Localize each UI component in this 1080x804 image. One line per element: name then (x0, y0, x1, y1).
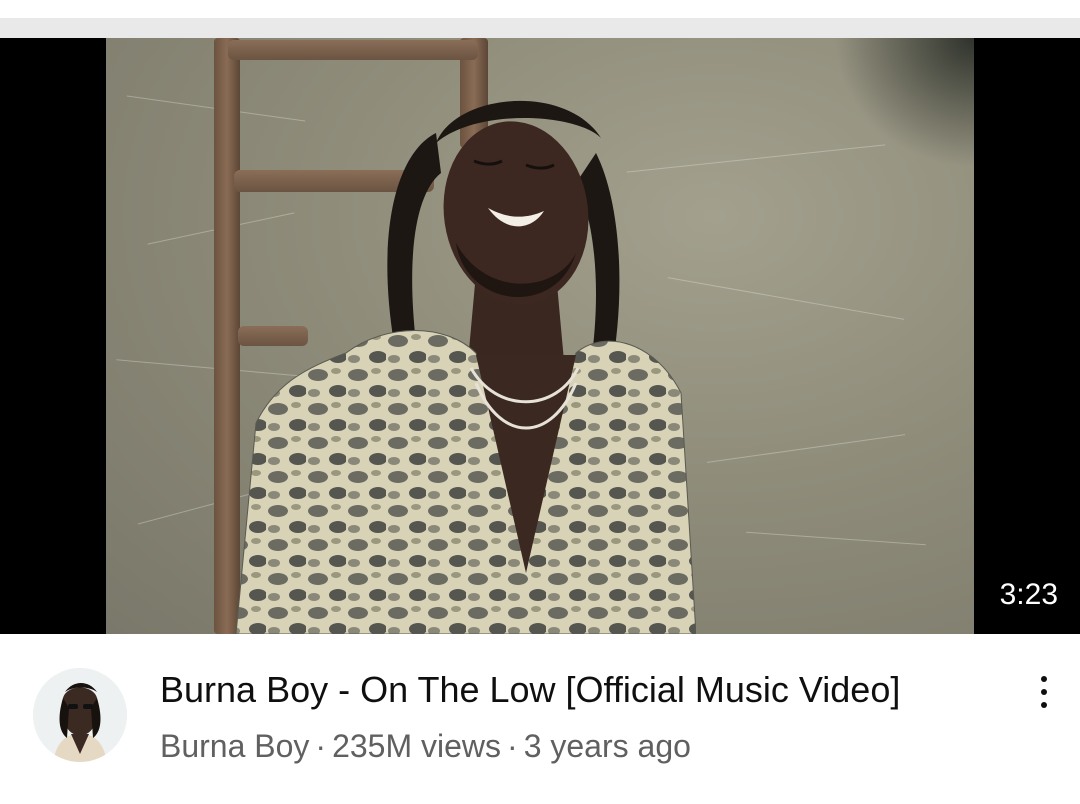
video-meta[interactable]: Burna Boy - On The Low [Official Music V… (0, 634, 1080, 804)
avatar-image (33, 668, 127, 762)
more-options-button[interactable] (1026, 670, 1062, 714)
separator: · (507, 728, 518, 764)
channel-name[interactable]: Burna Boy (160, 728, 309, 764)
view-count: 235M views (332, 728, 502, 764)
duration-badge: 3:23 (989, 574, 1068, 616)
video-subline: Burna Boy · 235M views · 3 years ago (160, 726, 691, 766)
separator: · (315, 728, 327, 764)
thumbnail-image (106, 38, 974, 634)
channel-avatar[interactable] (33, 668, 127, 762)
upload-age: 3 years ago (523, 728, 691, 764)
person-figure (235, 100, 696, 634)
video-thumbnail[interactable]: 3:23 (0, 38, 1080, 634)
video-title[interactable]: Burna Boy - On The Low [Official Music V… (160, 668, 990, 712)
top-bar (0, 0, 1080, 38)
top-divider (0, 18, 1080, 38)
